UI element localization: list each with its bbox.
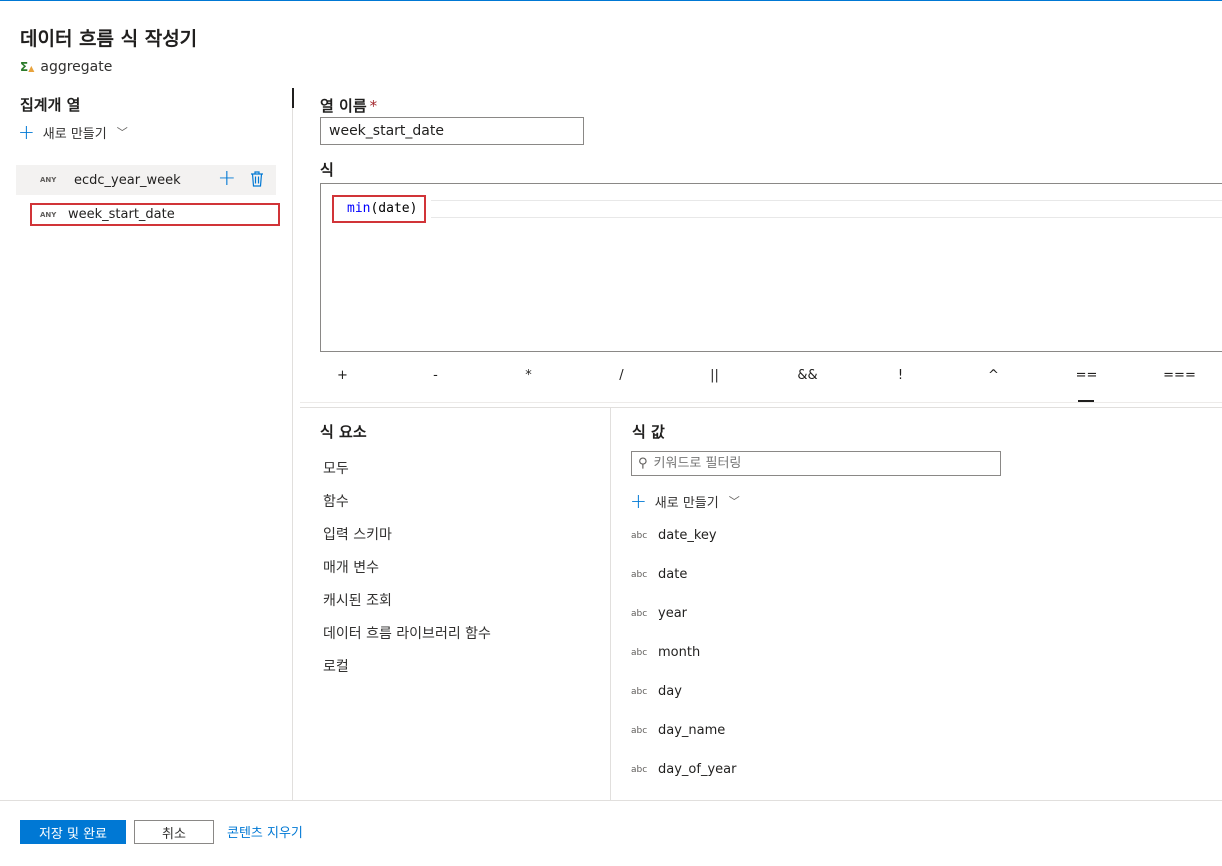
column-item-week-start-date[interactable]: ANY week_start_date bbox=[30, 203, 280, 226]
clear-contents-link[interactable]: 콘텐츠 지우기 bbox=[227, 822, 303, 841]
sigma-aggregate-icon: Σ▲ bbox=[20, 60, 35, 74]
expression-arguments: (date) bbox=[370, 201, 418, 216]
new-column-label: 새로 만들기 bbox=[42, 126, 107, 142]
type-badge: ANY bbox=[40, 176, 57, 184]
value-item[interactable]: abc month bbox=[631, 645, 700, 660]
operator-divide[interactable]: / bbox=[575, 366, 668, 402]
value-name: year bbox=[658, 606, 688, 621]
string-type-icon: abc bbox=[631, 686, 648, 697]
column-name-input[interactable] bbox=[320, 117, 584, 145]
string-type-icon: abc bbox=[631, 569, 648, 580]
element-input-schema[interactable]: 입력 스키마 bbox=[323, 524, 392, 544]
column-name-label: 열 이름 * bbox=[320, 97, 378, 115]
chevron-down-icon: ﹀ bbox=[728, 495, 740, 508]
element-all[interactable]: 모두 bbox=[323, 458, 349, 478]
expression-function: min bbox=[347, 201, 371, 216]
value-item[interactable]: abc day_name bbox=[631, 723, 725, 738]
string-type-icon: abc bbox=[631, 647, 648, 658]
value-name: date_key bbox=[658, 528, 717, 543]
top-accent-line bbox=[0, 0, 1222, 1]
plus-icon: + bbox=[630, 489, 647, 513]
type-badge: ANY bbox=[40, 210, 57, 219]
page-title: 데이터 흐름 식 작성기 bbox=[20, 28, 198, 50]
add-subcolumn-icon[interactable]: + bbox=[218, 168, 236, 190]
operator-xor[interactable]: ^ bbox=[947, 366, 1040, 402]
splitter-handle[interactable] bbox=[292, 88, 294, 108]
operator-bar-divider bbox=[300, 402, 1222, 403]
elements-values-divider bbox=[610, 408, 611, 800]
operator-equals[interactable]: == bbox=[1040, 366, 1133, 402]
string-type-icon: abc bbox=[631, 764, 648, 775]
operator-bar: + - * / || && ! ^ == === bbox=[296, 366, 1222, 402]
operator-and[interactable]: && bbox=[761, 366, 854, 402]
value-item[interactable]: abc date_key bbox=[631, 528, 717, 543]
aggregate-columns-heading: 집계개 열 bbox=[20, 96, 81, 114]
left-panel-divider[interactable] bbox=[292, 88, 293, 800]
trash-icon[interactable] bbox=[250, 171, 264, 187]
column-item-name: week_start_date bbox=[68, 207, 175, 222]
transform-name: aggregate bbox=[40, 59, 113, 75]
value-name: date bbox=[658, 567, 688, 582]
operator-minus[interactable]: - bbox=[389, 366, 482, 402]
cancel-button[interactable]: 취소 bbox=[134, 820, 214, 844]
element-library-functions[interactable]: 데이터 흐름 라이브러리 함수 bbox=[323, 623, 491, 643]
operator-multiply[interactable]: * bbox=[482, 366, 575, 402]
transform-subtitle: Σ▲ aggregate bbox=[20, 59, 112, 75]
string-type-icon: abc bbox=[631, 725, 648, 736]
value-item[interactable]: abc date bbox=[631, 567, 687, 582]
value-name: day_name bbox=[658, 723, 726, 738]
value-item[interactable]: abc day_of_year bbox=[631, 762, 736, 777]
expression-label: 식 bbox=[320, 161, 334, 179]
element-locals[interactable]: 로컬 bbox=[323, 656, 349, 676]
expression-values-heading: 식 값 bbox=[632, 423, 665, 441]
required-marker: * bbox=[369, 97, 378, 115]
element-cached-lookups[interactable]: 캐시된 조회 bbox=[323, 590, 392, 610]
new-value-label: 새로 만들기 bbox=[654, 495, 719, 511]
operator-plus[interactable]: + bbox=[296, 366, 389, 402]
value-name: month bbox=[658, 645, 701, 660]
value-name: day_of_year bbox=[658, 762, 737, 777]
string-type-icon: abc bbox=[631, 608, 648, 619]
column-item-ecdc-year-week[interactable]: ANY ecdc_year_week + bbox=[16, 165, 276, 195]
value-name: day bbox=[658, 684, 682, 699]
filter-input[interactable] bbox=[653, 456, 994, 471]
element-parameters[interactable]: 매개 변수 bbox=[323, 557, 379, 577]
footer-divider bbox=[0, 800, 1222, 801]
chevron-down-icon: ﹀ bbox=[116, 126, 128, 139]
expression-editor[interactable]: min(date) bbox=[320, 183, 1222, 352]
value-item[interactable]: abc year bbox=[631, 606, 687, 621]
value-item[interactable]: abc day bbox=[631, 684, 682, 699]
plus-icon: + bbox=[18, 120, 35, 144]
operator-not[interactable]: ! bbox=[854, 366, 947, 402]
column-item-name: ecdc_year_week bbox=[74, 172, 181, 188]
operator-or[interactable]: || bbox=[668, 366, 761, 402]
element-functions[interactable]: 함수 bbox=[323, 491, 349, 511]
operator-strict-equals[interactable]: === bbox=[1133, 366, 1222, 402]
new-column-button[interactable]: + 새로 만들기 ﹀ bbox=[18, 122, 128, 142]
string-type-icon: abc bbox=[631, 530, 648, 541]
search-icon: ⚲ bbox=[638, 456, 648, 471]
current-line-highlight bbox=[431, 200, 1222, 218]
expression-elements-heading: 식 요소 bbox=[320, 423, 367, 441]
save-and-finish-button[interactable]: 저장 및 완료 bbox=[20, 820, 126, 844]
filter-box[interactable]: ⚲ bbox=[631, 451, 1001, 476]
new-value-button[interactable]: + 새로 만들기 ﹀ bbox=[630, 491, 740, 511]
expression-code[interactable]: min(date) bbox=[332, 195, 426, 223]
section-divider bbox=[300, 407, 1222, 408]
